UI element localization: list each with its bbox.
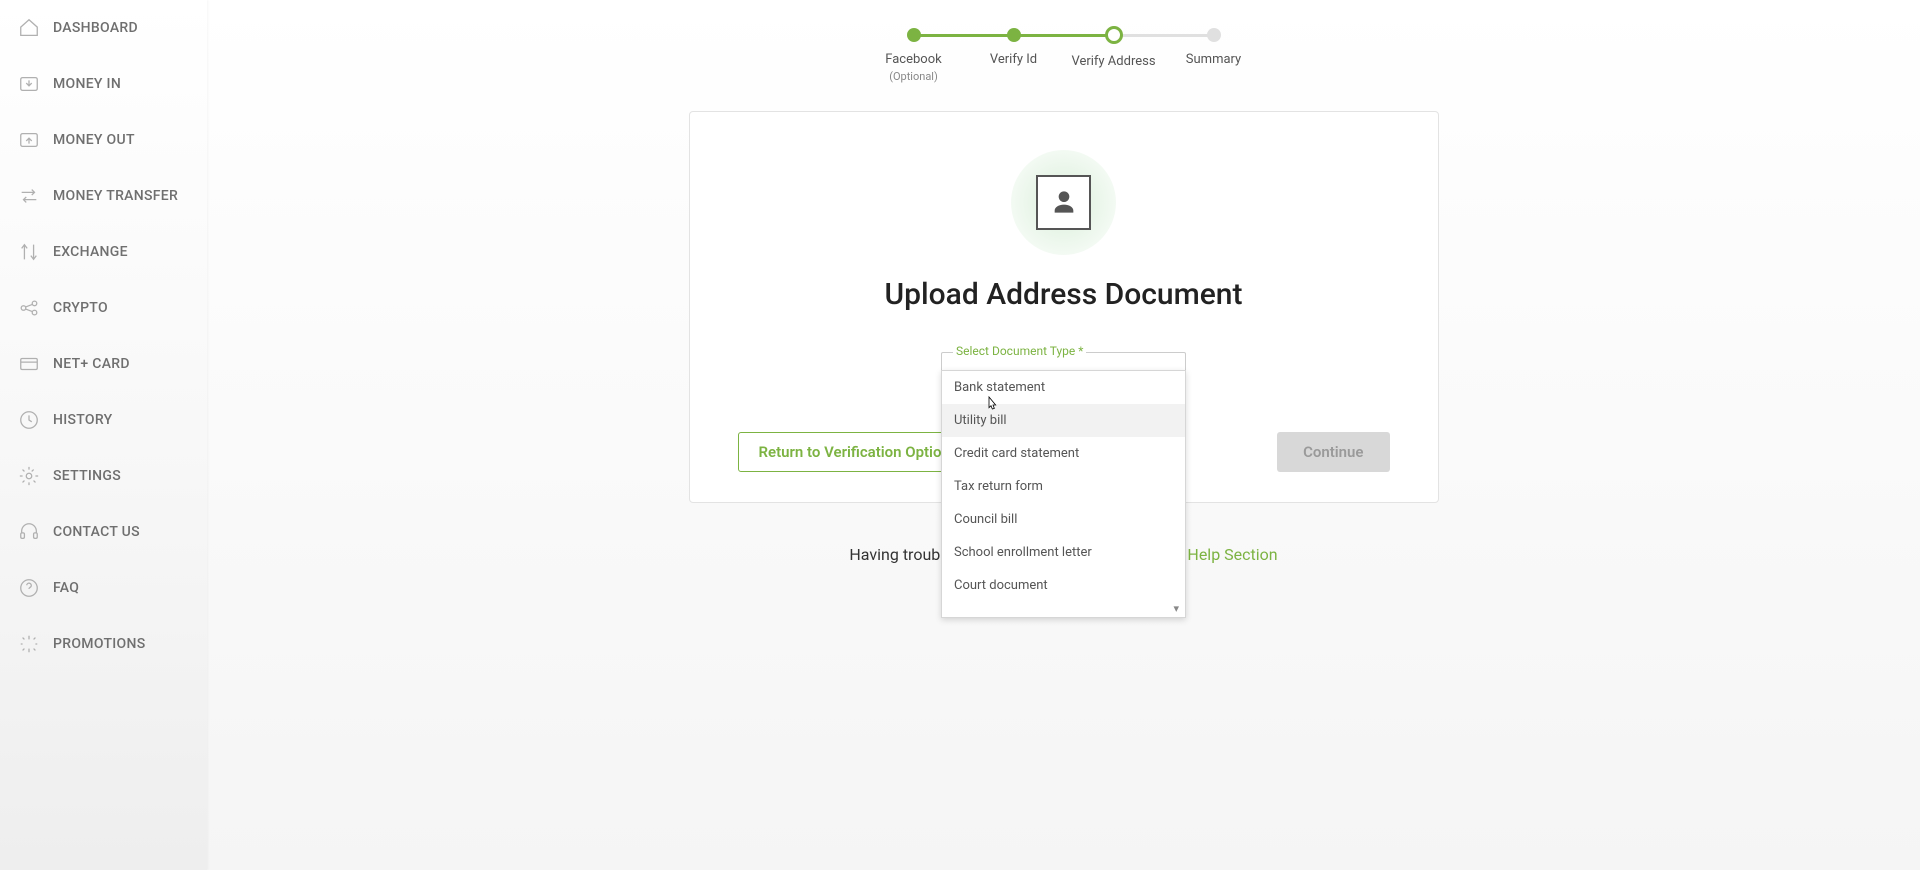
card-title: Upload Address Document: [710, 277, 1418, 312]
sidebar-item-money-in[interactable]: MONEY IN: [0, 56, 207, 112]
step-label: Facebook: [885, 52, 941, 69]
step-label: Verify Address: [1071, 54, 1155, 71]
sidebar-item-label: HISTORY: [53, 412, 113, 428]
transfer-icon: [18, 185, 40, 207]
sidebar-item-label: SETTINGS: [53, 468, 121, 484]
exchange-icon: [18, 241, 40, 263]
step-label: Summary: [1186, 52, 1241, 69]
continue-button[interactable]: Continue: [1277, 432, 1389, 472]
dropdown-option-council-bill[interactable]: Council bill: [942, 503, 1185, 536]
sidebar-item-history[interactable]: HISTORY: [0, 392, 207, 448]
sidebar-item-label: MONEY TRANSFER: [53, 188, 178, 204]
history-icon: [18, 409, 40, 431]
document-frame-icon: [1036, 175, 1091, 230]
home-icon: [18, 17, 40, 39]
arrow-in-icon: [18, 73, 40, 95]
sidebar-item-promotions[interactable]: PROMOTIONS: [0, 616, 207, 672]
step-line: [914, 34, 1014, 37]
sidebar-item-money-transfer[interactable]: MONEY TRANSFER: [0, 168, 207, 224]
step-facebook: Facebook (Optional): [864, 28, 964, 83]
progress-stepper: Facebook (Optional) Verify Id Verify Add…: [207, 28, 1920, 83]
step-sublabel: (Optional): [889, 70, 938, 83]
select-label: Select Document Type *: [953, 344, 1086, 358]
crypto-icon: [18, 297, 40, 319]
document-type-dropdown: Bank statement Utility bill Credit card …: [941, 370, 1186, 618]
sidebar-item-contact-us[interactable]: CONTACT US: [0, 504, 207, 560]
sidebar-item-label: EXCHANGE: [53, 244, 128, 260]
question-icon: [18, 577, 40, 599]
sidebar: DASHBOARD MONEY IN MONEY OUT MONEY TRANS…: [0, 0, 207, 870]
headset-icon: [18, 521, 40, 543]
sidebar-item-label: MONEY IN: [53, 76, 121, 92]
sidebar-item-label: FAQ: [53, 580, 79, 596]
step-dot-icon: [907, 28, 921, 42]
dropdown-list[interactable]: Bank statement Utility bill Credit card …: [942, 371, 1185, 602]
sparkle-icon: [18, 633, 40, 655]
dropdown-option-tax-return[interactable]: Tax return form: [942, 470, 1185, 503]
dropdown-option-bank-statement[interactable]: Bank statement: [942, 371, 1185, 404]
sidebar-item-crypto[interactable]: CRYPTO: [0, 280, 207, 336]
sidebar-item-label: PROMOTIONS: [53, 636, 146, 652]
help-link[interactable]: Help Section: [1187, 545, 1277, 564]
dropdown-option-credit-card-statement[interactable]: Credit card statement: [942, 437, 1185, 470]
step-dot-icon: [1105, 26, 1123, 44]
sidebar-item-label: CRYPTO: [53, 300, 108, 316]
card-icon: [18, 353, 40, 375]
dropdown-option-school-enrollment[interactable]: School enrollment letter: [942, 536, 1185, 569]
step-line: [1014, 34, 1114, 37]
sidebar-item-label: NET+ CARD: [53, 356, 130, 372]
step-dot-icon: [1007, 28, 1021, 42]
chevron-down-icon: ▾: [942, 602, 1185, 617]
step-line: [1114, 34, 1214, 37]
step-label: Verify Id: [990, 52, 1037, 69]
sidebar-item-label: DASHBOARD: [53, 20, 138, 36]
sidebar-item-faq[interactable]: FAQ: [0, 560, 207, 616]
sidebar-item-net-card[interactable]: NET+ CARD: [0, 336, 207, 392]
sidebar-item-label: MONEY OUT: [53, 132, 135, 148]
sidebar-item-exchange[interactable]: EXCHANGE: [0, 224, 207, 280]
cursor-icon: [985, 395, 1001, 415]
sidebar-item-settings[interactable]: SETTINGS: [0, 448, 207, 504]
step-dot-icon: [1207, 28, 1221, 42]
help-prefix: Having trouble: [849, 545, 952, 564]
dropdown-option-utility-bill[interactable]: Utility bill: [942, 404, 1185, 437]
sidebar-item-dashboard[interactable]: DASHBOARD: [0, 0, 207, 56]
sidebar-item-money-out[interactable]: MONEY OUT: [0, 112, 207, 168]
gear-icon: [18, 465, 40, 487]
sidebar-item-label: CONTACT US: [53, 524, 140, 540]
main-content: Facebook (Optional) Verify Id Verify Add…: [207, 0, 1920, 870]
document-icon-circle: [1011, 150, 1116, 255]
arrow-out-icon: [18, 129, 40, 151]
document-type-select-wrapper: Select Document Type * Bank statement Ut…: [941, 352, 1186, 390]
upload-card: Upload Address Document Select Document …: [689, 111, 1439, 503]
dropdown-option-court-document[interactable]: Court document: [942, 569, 1185, 602]
